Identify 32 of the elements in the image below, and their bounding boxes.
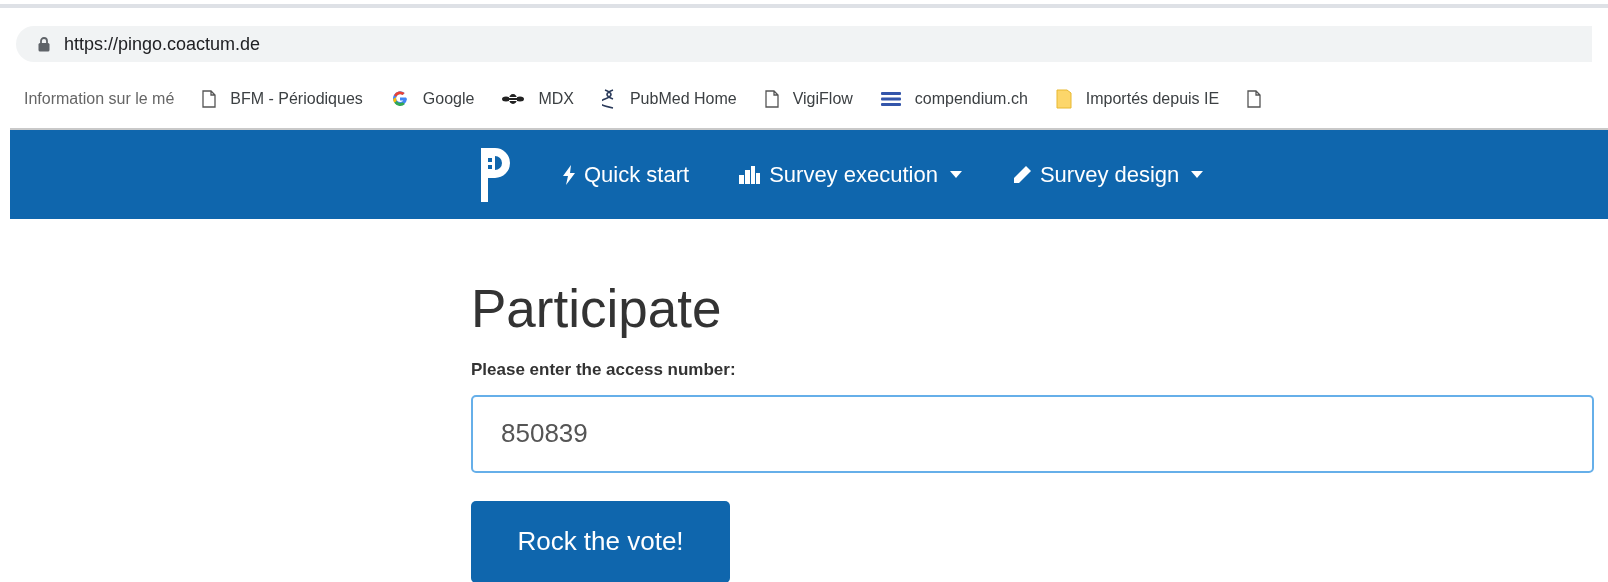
bookmark[interactable] bbox=[1247, 90, 1262, 108]
bookmark[interactable]: MDX bbox=[502, 87, 574, 111]
page-icon bbox=[1247, 90, 1262, 108]
bookmark[interactable]: PubMed Home bbox=[601, 87, 737, 111]
folder-icon bbox=[1055, 89, 1072, 109]
url-text: https://pingo.coactum.de bbox=[64, 32, 261, 56]
nav-link[interactable]: Survey design bbox=[1011, 158, 1204, 191]
bookmark[interactable]: BFM - Périodiques bbox=[202, 87, 363, 111]
list-icon bbox=[880, 91, 901, 107]
bookmark[interactable]: Information sur le mé bbox=[24, 87, 175, 111]
bee-icon bbox=[502, 92, 525, 106]
access-number-field[interactable]: 850839 bbox=[471, 394, 1594, 473]
field-label: Please enter the access number: bbox=[471, 359, 737, 381]
lightning-icon bbox=[562, 164, 576, 185]
caret-icon bbox=[1191, 171, 1204, 178]
address-bar[interactable]: https://pingo.coactum.de bbox=[16, 26, 1592, 62]
pencil-icon bbox=[1011, 164, 1032, 185]
pingo-logo-icon[interactable] bbox=[478, 145, 512, 204]
bookmark[interactable]: compendium.ch bbox=[880, 87, 1028, 111]
page-icon bbox=[764, 90, 779, 108]
bookmark[interactable]: VigiFlow bbox=[764, 87, 853, 111]
bar-chart-icon bbox=[739, 165, 762, 184]
submit-button[interactable]: Rock the vote! bbox=[471, 500, 730, 582]
page-heading: Participate bbox=[471, 278, 723, 340]
google-g-icon bbox=[390, 90, 409, 108]
caret-icon bbox=[949, 171, 962, 178]
bookmark[interactable]: Google bbox=[390, 87, 475, 111]
lock-icon bbox=[38, 36, 50, 52]
page-icon bbox=[202, 90, 217, 108]
bookmark[interactable]: Importés depuis IE bbox=[1055, 87, 1220, 111]
nav-link[interactable]: Survey execution bbox=[739, 158, 962, 191]
nav-link[interactable]: Quick start bbox=[562, 158, 690, 191]
